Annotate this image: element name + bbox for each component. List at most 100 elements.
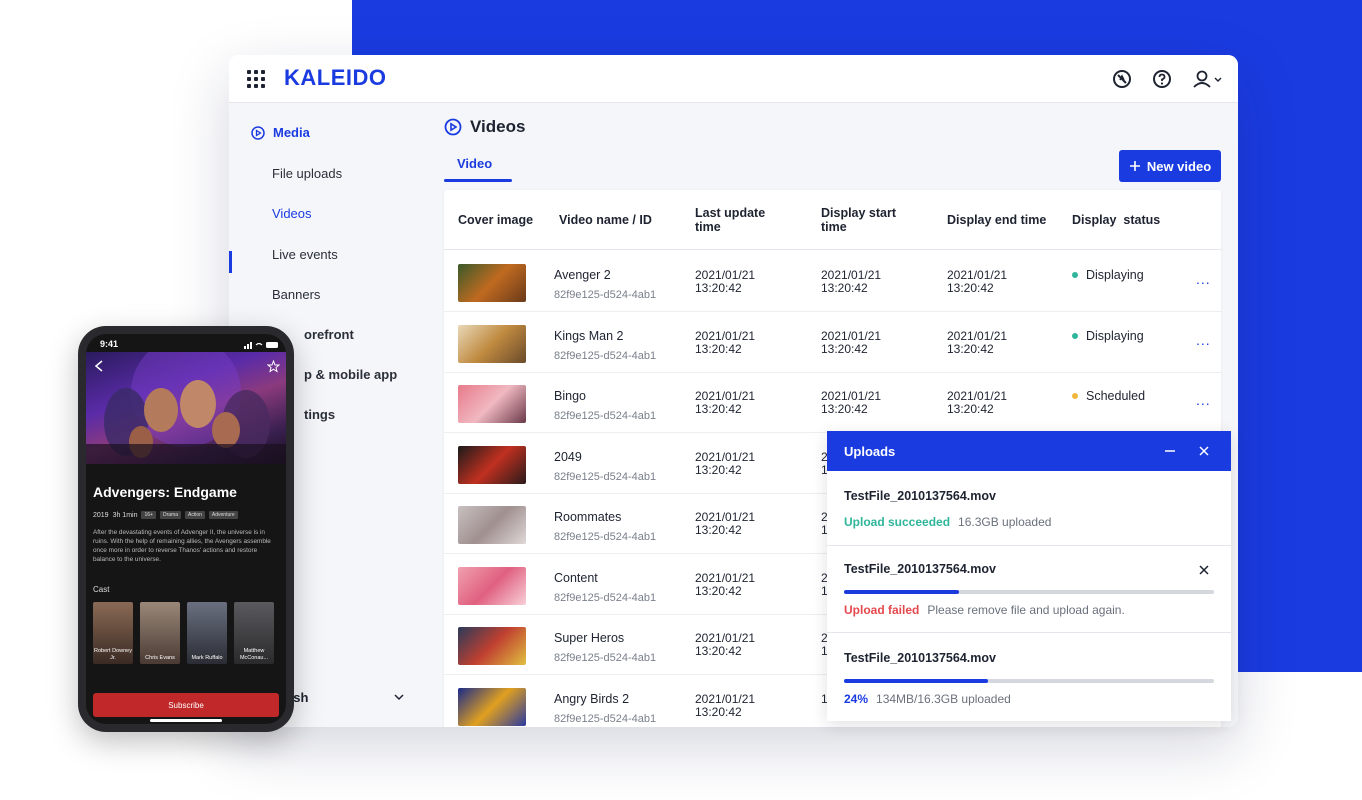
last-update-time: 2021/01/21 13:20:42 xyxy=(695,691,756,719)
upload-filename: TestFile_2010137564.mov xyxy=(844,651,996,665)
poster-art xyxy=(86,352,286,464)
table-row[interactable]: Kings Man 2 82f9e125-d524-4ab1 2021/01/21 1… xyxy=(444,312,1221,373)
video-id: 82f9e125-d524-4ab1 xyxy=(554,349,657,362)
last-update-time-text: 13:20:42 xyxy=(695,281,742,295)
last-update-date-text: 2021/01/21 xyxy=(695,691,756,706)
movie-description: After the devastating events of Advenger… xyxy=(93,529,271,563)
display-start-date-text: 2021/01/21 xyxy=(821,328,882,343)
cover-image[interactable] xyxy=(458,264,526,302)
cast-card[interactable]: Matthew McConau... xyxy=(234,602,274,664)
display-end-time-text: 13:20:42 xyxy=(947,402,994,416)
apps-grid-icon[interactable] xyxy=(247,70,265,88)
last-update-time-text: 13:20:42 xyxy=(695,523,742,537)
favorite-star-icon[interactable] xyxy=(267,360,280,373)
cover-image[interactable] xyxy=(458,385,526,423)
status-dot xyxy=(1072,332,1078,339)
video-name: Kings Man 2 xyxy=(554,328,624,343)
chevron-down-icon[interactable] xyxy=(393,693,405,701)
movie-title: Advengers: Endgame xyxy=(93,484,237,500)
upload-filename: TestFile_2010137564.mov xyxy=(844,562,996,576)
last-update-time-text: 13:20:42 xyxy=(695,462,742,477)
video-name: Super Heros xyxy=(554,631,625,645)
movie-tag: 16+ xyxy=(141,511,156,519)
upload-state: Upload succeeded xyxy=(844,515,951,529)
col-video-name: Video name / ID xyxy=(559,213,652,227)
top-bar: KALEIDO xyxy=(229,55,1238,103)
upload-state: 24% xyxy=(844,692,869,706)
display-status: Displaying xyxy=(1072,268,1144,282)
movie-tag: Adventure xyxy=(208,511,238,519)
new-video-label: New video xyxy=(1146,158,1212,174)
row-actions-button[interactable]: ... xyxy=(1196,332,1211,348)
sidebar-item-file-uploads[interactable]: File uploads xyxy=(272,166,342,181)
sidebar-section-media[interactable]: Media xyxy=(251,125,310,140)
cover-image[interactable] xyxy=(458,627,526,665)
last-update-time-text: 13:20:42 xyxy=(695,341,742,356)
display-end-time: 2021/01/21 13:20:42 xyxy=(947,329,1007,356)
col-last-update: Last update time xyxy=(695,206,766,234)
upload-item: TestFile_2010137564.mov 24% 134MB/16.3GB… xyxy=(827,633,1231,721)
table-header: Cover image Video name / ID Last update … xyxy=(444,190,1221,250)
row-actions-button[interactable]: ... xyxy=(1196,271,1211,287)
tab-video[interactable]: Video xyxy=(457,156,492,171)
video-id: 82f9e125-d524-4ab1 xyxy=(554,531,657,543)
status-label: Displaying xyxy=(1086,328,1144,343)
cover-image[interactable] xyxy=(458,687,526,726)
display-end-time-text: 13:20:42 xyxy=(947,281,994,295)
brand-logo[interactable]: KALEIDO xyxy=(284,65,387,91)
user-menu-icon[interactable] xyxy=(1191,68,1225,90)
video-id: 82f9e125-d524-4ab1 xyxy=(554,591,657,604)
video-name: 2049 xyxy=(554,449,582,464)
uploads-panel: Uploads TestFile_2010137564.mov Upload s… xyxy=(827,431,1231,721)
upload-item: TestFile_2010137564.mov Upload succeeded… xyxy=(827,471,1231,546)
close-icon[interactable] xyxy=(1198,445,1210,457)
col-cover-image: Cover image xyxy=(458,213,534,227)
upload-status: Upload failed Please remove file and upl… xyxy=(844,603,1125,617)
table-row[interactable]: Bingo 82f9e125-d524-4ab1 2021/01/21 13:20:4… xyxy=(444,372,1221,433)
help-icon[interactable] xyxy=(1151,68,1173,90)
cast-card[interactable]: Chris Evans xyxy=(140,602,180,664)
cover-image[interactable] xyxy=(458,566,526,605)
display-end-time: 2021/01/21 13:20:42 xyxy=(947,269,1007,295)
last-update-date-text: 2021/01/21 xyxy=(695,570,756,585)
last-update-time: 2021/01/21 13:20:42 xyxy=(695,390,755,416)
cast-name: Chris Evans xyxy=(145,655,175,661)
no-ads-icon[interactable] xyxy=(1111,68,1133,90)
remove-upload-icon[interactable] xyxy=(1198,564,1210,576)
upload-progress-track xyxy=(844,590,1214,594)
movie-meta: 2019 3h 1min 16+ Drama Action Adventure xyxy=(93,511,238,519)
cover-image[interactable] xyxy=(458,445,526,484)
upload-progress-fill xyxy=(844,590,959,594)
sidebar-item-videos[interactable]: Videos xyxy=(272,206,312,221)
subscribe-button[interactable]: Subscribe xyxy=(93,693,279,717)
uploads-title: Uploads xyxy=(844,444,896,459)
last-update-time: 2021/01/21 13:20:42 xyxy=(695,511,755,537)
last-update-time-text: 13:20:42 xyxy=(695,583,742,598)
last-update-time-text: 13:20:42 xyxy=(695,644,742,658)
cast-card[interactable]: Robert Downey Jr. xyxy=(93,602,133,664)
cast-card[interactable]: Mark Ruffalo xyxy=(187,602,227,664)
video-name: Content xyxy=(554,570,598,585)
upload-detail: Please remove file and upload again. xyxy=(927,603,1125,617)
cover-image[interactable] xyxy=(458,324,526,363)
new-video-button[interactable]: New video xyxy=(1119,150,1221,182)
upload-progress-fill xyxy=(844,679,989,683)
row-actions-button[interactable]: ... xyxy=(1196,392,1211,408)
cover-image[interactable] xyxy=(458,506,526,544)
page-title: Videos xyxy=(444,117,525,137)
minimize-icon[interactable] xyxy=(1164,445,1176,457)
status-label: Scheduled xyxy=(1086,389,1146,403)
tab-underline xyxy=(444,179,512,182)
last-update-time: 2021/01/21 13:20:42 xyxy=(695,450,755,477)
display-status: Scheduled xyxy=(1072,389,1145,403)
sidebar-item-banners[interactable]: Banners xyxy=(272,287,320,302)
back-icon[interactable] xyxy=(94,360,104,372)
display-status: Displaying xyxy=(1072,329,1144,343)
status-dot xyxy=(1072,393,1078,399)
display-end-time: 2021/01/21 13:20:42 xyxy=(947,390,1007,416)
sidebar-item-live-events[interactable]: Live events xyxy=(272,247,338,262)
table-row[interactable]: Avenger 2 82f9e125-d524-4ab1 2021/01/21 13:… xyxy=(444,251,1221,312)
display-start-time: 2021/01/21 13:20:42 xyxy=(821,269,881,295)
cast-name: Robert Downey Jr. xyxy=(94,648,132,661)
movie-year: 2019 xyxy=(93,511,109,519)
